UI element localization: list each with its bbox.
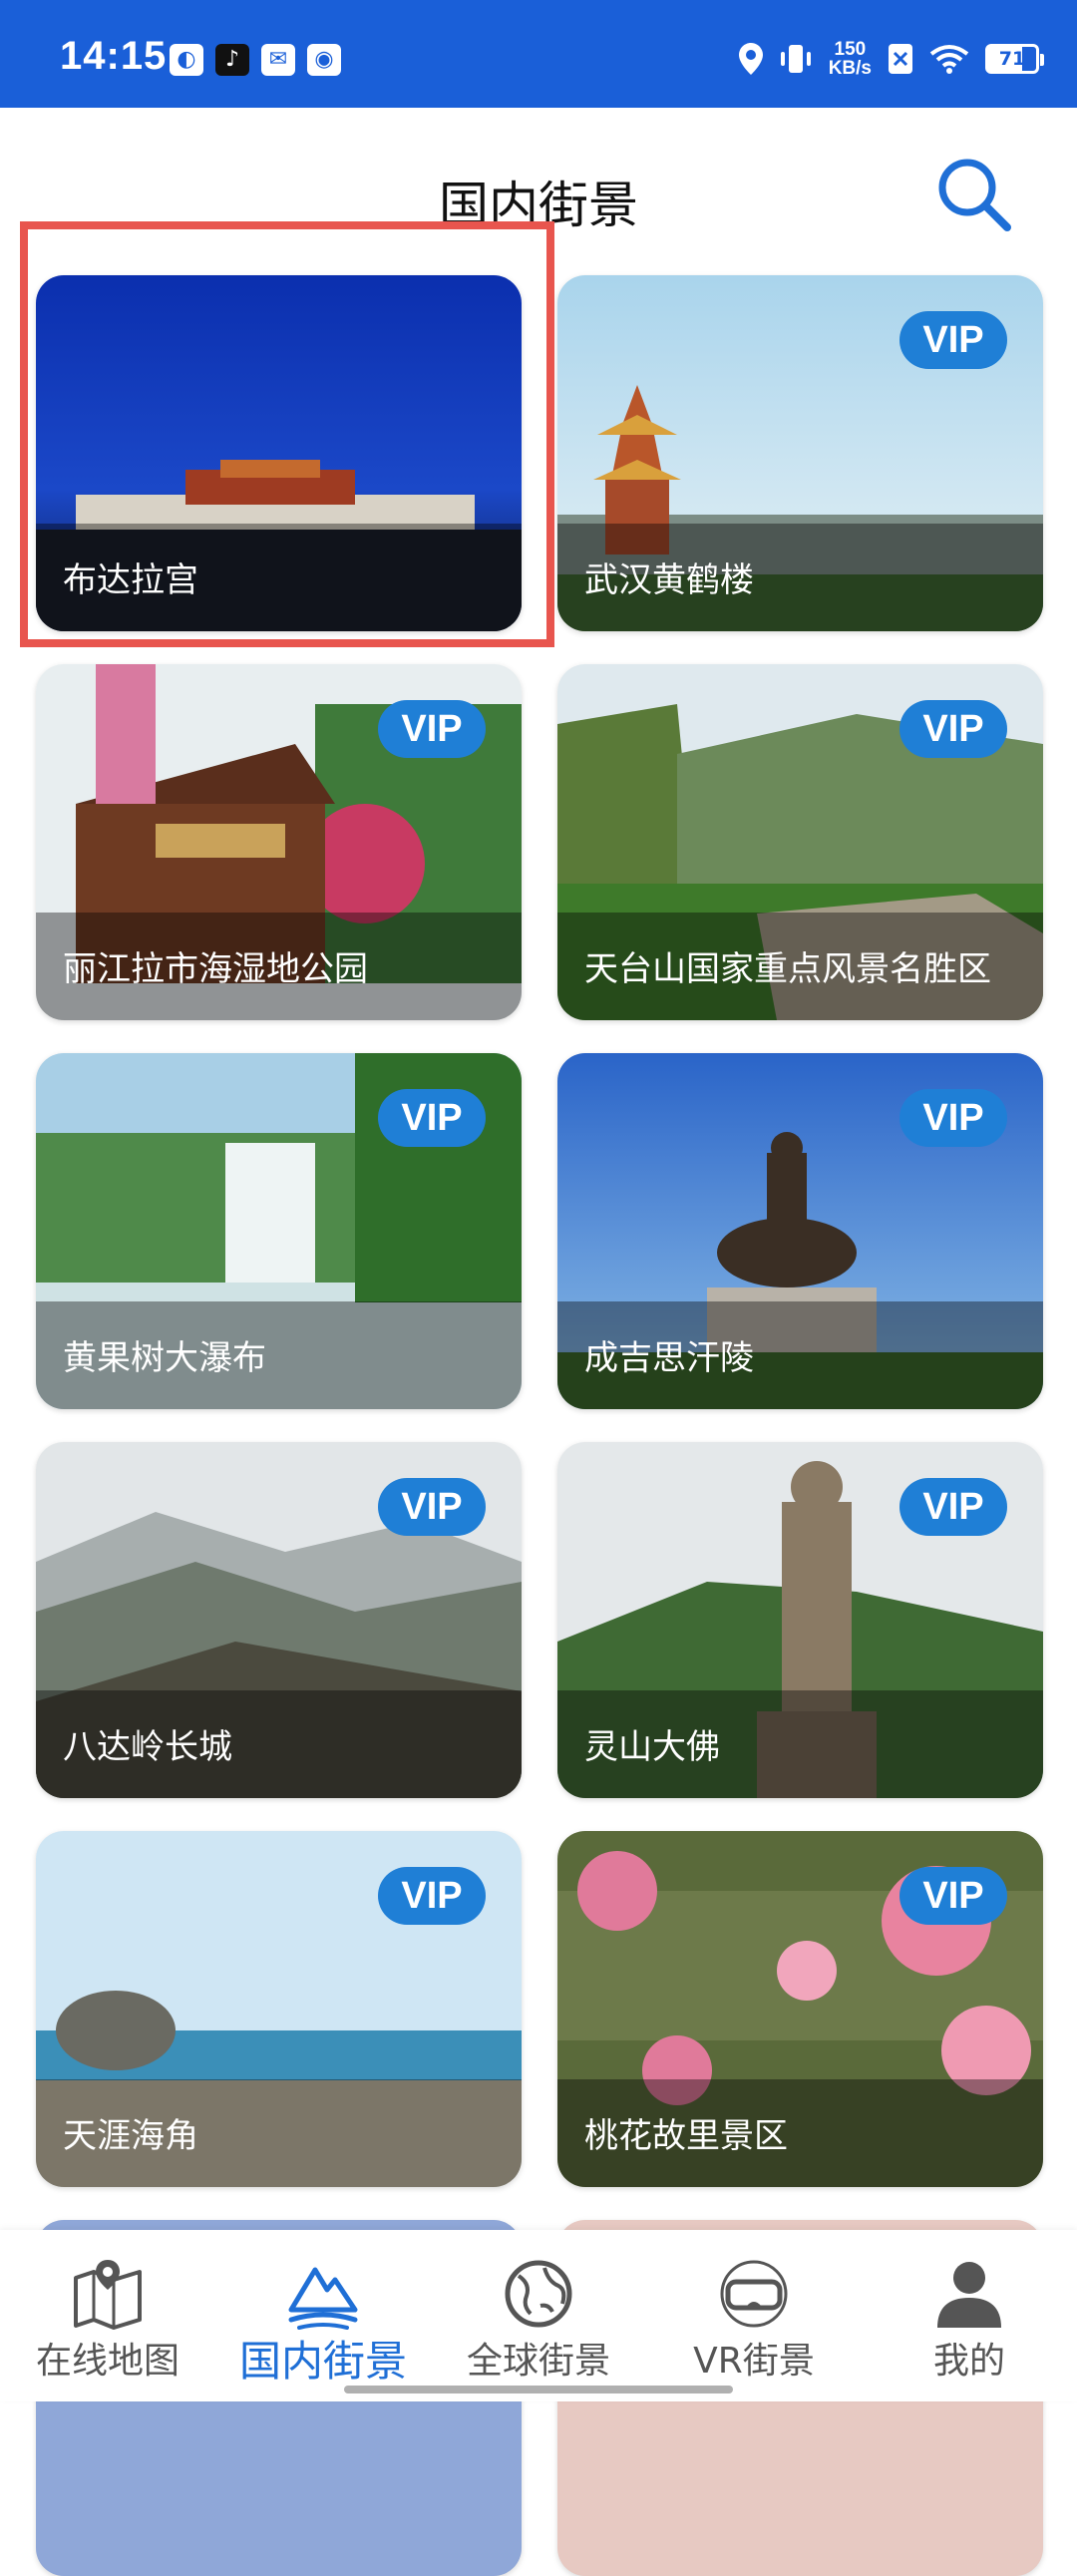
card-caption: 八达岭长城 [36,1690,522,1798]
vibrate-icon [780,45,811,73]
vip-badge: VIP [378,700,486,758]
vip-badge: VIP [378,1478,486,1536]
search-icon[interactable] [933,154,1013,233]
card-caption: 天涯海角 [36,2079,522,2187]
card-label: 丽江拉市海湿地公园 [63,949,368,989]
vip-badge: VIP [899,311,1007,369]
nav-label: 我的 [932,2341,1005,2382]
card-label: 天涯海角 [63,2116,198,2156]
mail-icon: ✉ [261,44,295,76]
net-speed-value: 150 [834,39,867,60]
nav-profile[interactable]: 我的 [862,2230,1077,2401]
home-indicator[interactable] [344,2386,733,2393]
card-peach-blossom-area[interactable]: VIP 桃花故里景区 [557,1831,1043,2187]
card-badaling-great-wall[interactable]: VIP 八达岭长城 [36,1442,522,1798]
app-header: 国内街景 [0,108,1077,277]
card-caption: 灵山大佛 [557,1690,1043,1798]
card-label: 成吉思汗陵 [584,1338,754,1378]
no-sim-icon [889,44,912,74]
card-yellow-crane-tower[interactable]: VIP 武汉黄鹤楼 [557,275,1043,631]
vip-badge: VIP [378,1089,486,1147]
map-icon [74,2260,142,2330]
app-notification-icon: ◐ [170,44,203,76]
battery-icon: 71 [985,44,1044,74]
vip-badge: VIP [378,1867,486,1925]
card-label: 桃花故里景区 [584,2116,788,2156]
page-title: 国内街景 [439,177,638,234]
vip-badge: VIP [899,1867,1007,1925]
notification-icons: ◐ ♪ ✉ ◉ [170,44,341,76]
bottom-nav: 在线地图 国内街景 全球街景 VR街景 我的 [0,2230,1077,2401]
card-genghis-khan-mausoleum[interactable]: VIP 成吉思汗陵 [557,1053,1043,1409]
status-time: 14:15 [60,34,168,78]
card-label: 布达拉宫 [63,560,198,600]
nav-label: 国内街景 [238,2337,407,2386]
wifi-icon [929,45,969,74]
location-icon [738,43,763,75]
card-caption: 成吉思汗陵 [557,1301,1043,1409]
card-lashihai-wetland[interactable]: VIP 丽江拉市海湿地公园 [36,664,522,1020]
card-label: 天台山国家重点风景名胜区 [584,949,991,989]
tiktok-icon: ♪ [215,44,249,76]
net-speed: 150 KB/s [829,40,872,78]
vip-badge: VIP [899,1089,1007,1147]
nav-label: 全球街景 [466,2341,610,2382]
card-caption: 天台山国家重点风景名胜区 [557,913,1043,1020]
status-right-icons: 150 KB/s 71 [738,40,1044,78]
nav-domestic-streetview[interactable]: 国内街景 [215,2230,431,2401]
card-caption: 桃花故里景区 [557,2079,1043,2187]
card-caption: 武汉黄鹤楼 [557,524,1043,631]
nav-global-streetview[interactable]: 全球街景 [431,2230,646,2401]
vip-badge: VIP [899,1478,1007,1536]
vr-headset-icon [720,2260,788,2328]
net-speed-unit: KB/s [828,58,872,79]
card-tianya-haijiao[interactable]: VIP 天涯海角 [36,1831,522,2187]
nav-vr-streetview[interactable]: VR街景 [646,2230,862,2401]
status-bar: 14:15 ◐ ♪ ✉ ◉ 150 KB/s 71 [0,0,1077,108]
nav-label: VR街景 [693,2341,815,2382]
card-huangguoshu-waterfall[interactable]: VIP 黄果树大瀑布 [36,1053,522,1409]
nav-label: 在线地图 [35,2341,180,2382]
card-label: 灵山大佛 [584,1727,720,1767]
card-caption: 丽江拉市海湿地公园 [36,913,522,1020]
nav-online-map[interactable]: 在线地图 [0,2230,215,2401]
globe-icon [505,2260,572,2328]
vip-badge: VIP [899,700,1007,758]
card-lingshan-buddha[interactable]: VIP 灵山大佛 [557,1442,1043,1798]
card-caption: 黄果树大瀑布 [36,1301,522,1409]
mountain-icon [288,2267,358,2330]
card-label: 武汉黄鹤楼 [584,560,754,600]
card-potala-palace[interactable]: 布达拉宫 [36,275,522,631]
card-label: 黄果树大瀑布 [63,1338,266,1378]
camera-icon: ◉ [307,44,341,76]
card-tiantai-mountain[interactable]: VIP 天台山国家重点风景名胜区 [557,664,1043,1020]
person-icon [937,2262,1001,2328]
card-label: 八达岭长城 [63,1727,232,1767]
card-caption: 布达拉宫 [36,524,522,631]
